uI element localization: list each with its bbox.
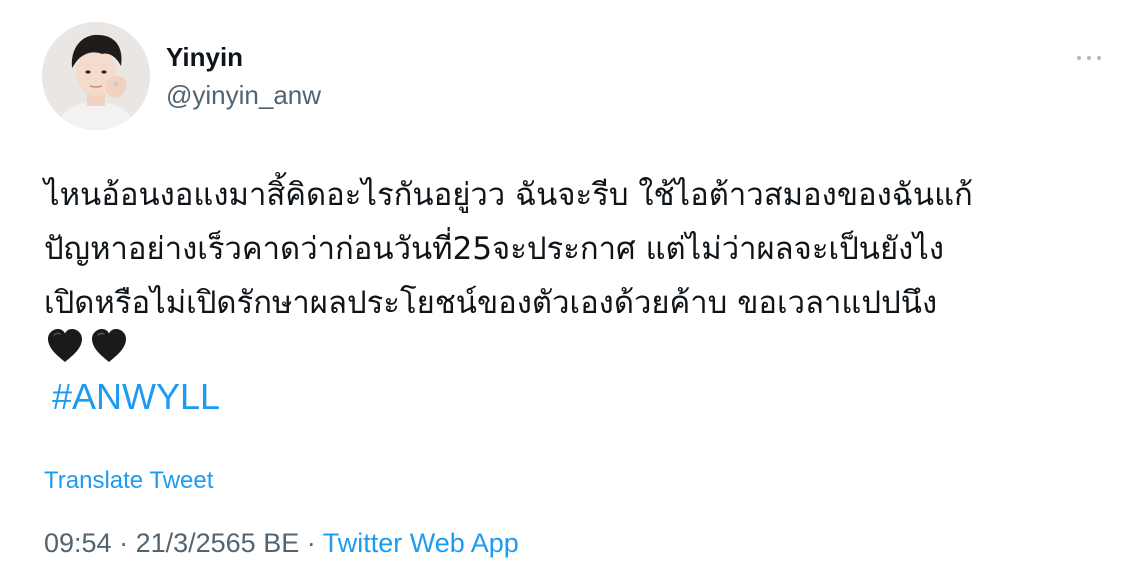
emoji-row <box>46 328 128 368</box>
hashtag-link[interactable]: #ANWYLL <box>52 376 220 418</box>
tweet-date[interactable]: 21/3/2565 BE <box>136 528 300 558</box>
avatar[interactable] <box>42 22 150 130</box>
tweet-time[interactable]: 09:54 <box>44 528 112 558</box>
black-heart-icon <box>92 329 126 362</box>
black-heart-icon <box>48 329 82 362</box>
tweet-text: ไหนอ้อนงอแงมาสิ้คิดอะไรกันอยู่วว ฉันจะรี… <box>44 168 1104 330</box>
author-handle[interactable]: @yinyin_anw <box>166 80 321 111</box>
tweet-text-line: เปิดหรือไม่เปิดรักษาผลประโยชน์ของตัวเองด… <box>44 285 938 321</box>
tweet-text-line: ไหนอ้อนงอแงมาสิ้คิดอะไรกันอยู่วว ฉันจะรี… <box>44 177 973 213</box>
tweet-source-link[interactable]: Twitter Web App <box>323 528 519 558</box>
tweet-text-line: ปัญหาอย่างเร็วคาดว่าก่อนวันที่25จะประกาศ… <box>44 231 944 267</box>
translate-tweet-link[interactable]: Translate Tweet <box>44 467 213 495</box>
tweet-card: Yinyin @yinyin_anw ไหนอ้อนงอแงมาสิ้คิดอะ… <box>0 0 1126 582</box>
more-options-button[interactable] <box>1074 46 1104 70</box>
meta-separator: · <box>111 528 136 558</box>
tweet-meta: 09:54 · 21/3/2565 BE · Twitter Web App <box>44 528 519 559</box>
author-name[interactable]: Yinyin <box>166 42 243 73</box>
meta-separator: · <box>299 528 323 558</box>
profile-photo <box>42 22 150 130</box>
